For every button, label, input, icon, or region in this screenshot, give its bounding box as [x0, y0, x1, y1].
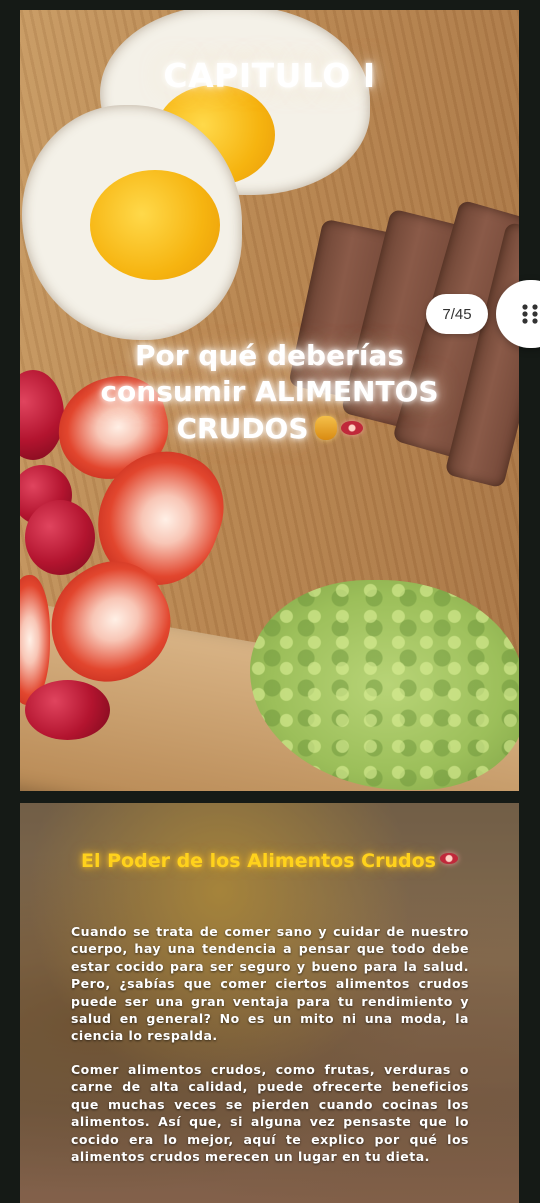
raspberry [25, 500, 95, 575]
slide-chapter-cover: CAPITULO I Por qué deberías consumir ALI… [20, 10, 519, 791]
chapter-headline: Por qué deberías consumir ALIMENTOS CRUD… [20, 338, 519, 447]
steak-icon [340, 420, 363, 435]
section-title: El Poder de los Alimentos Crudos [20, 850, 519, 872]
paragraph-benefits: Comer alimentos crudos, como frutas, ver… [71, 1062, 469, 1165]
egg-yolk-bottom [90, 170, 220, 280]
steak-icon [439, 853, 458, 864]
paragraph-intro: Cuando se trata de comer sano y cuidar d… [71, 924, 469, 1044]
headline-text: Por qué deberías consumir ALIMENTOS CRUD… [100, 339, 439, 445]
page-counter: 7/45 [426, 294, 488, 334]
section-title-text: El Poder de los Alimentos Crudos [81, 850, 436, 872]
raspberry [25, 680, 110, 740]
slide-text-page: El Poder de los Alimentos Crudos Cuando … [20, 803, 519, 1203]
honey-jar-icon [314, 415, 337, 440]
grid-dots-icon [522, 304, 538, 324]
chapter-title: CAPITULO I [163, 56, 376, 95]
